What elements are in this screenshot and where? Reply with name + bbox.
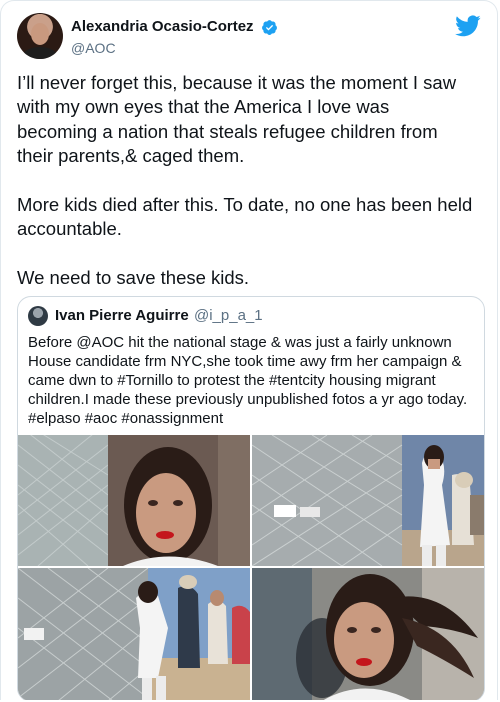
author-names: Alexandria Ocasio-Cortez @AOC xyxy=(71,17,278,57)
tweet-text: I’ll never forget this, because it was t… xyxy=(17,72,473,289)
tweet-header: Alexandria Ocasio-Cortez @AOC xyxy=(17,13,481,61)
photo-closeup-fence[interactable] xyxy=(18,435,250,566)
quoted-author-display-name[interactable]: Ivan Pierre Aguirre xyxy=(55,307,189,324)
author-handle[interactable]: @AOC xyxy=(71,39,278,57)
twitter-bird-icon[interactable] xyxy=(455,15,481,37)
author-display-name[interactable]: Alexandria Ocasio-Cortez xyxy=(71,17,254,37)
tweet-card: Alexandria Ocasio-Cortez @AOC I’ll never… xyxy=(0,0,498,700)
photo-closeup-wind[interactable] xyxy=(252,568,484,700)
verified-badge-icon xyxy=(262,19,277,35)
quoted-tweet[interactable]: Ivan Pierre Aguirre @i_p_a_1 Before @AOC… xyxy=(17,296,485,700)
author-avatar[interactable] xyxy=(17,13,63,59)
quoted-author-handle[interactable]: @i_p_a_1 xyxy=(194,307,263,324)
photo-grid xyxy=(18,435,484,700)
quoted-tweet-text: Before @AOC hit the national stage & was… xyxy=(28,334,468,427)
photo-walking-fence[interactable] xyxy=(18,568,250,700)
quoted-author-avatar[interactable] xyxy=(28,306,48,326)
photo-fence-line[interactable] xyxy=(252,435,484,566)
